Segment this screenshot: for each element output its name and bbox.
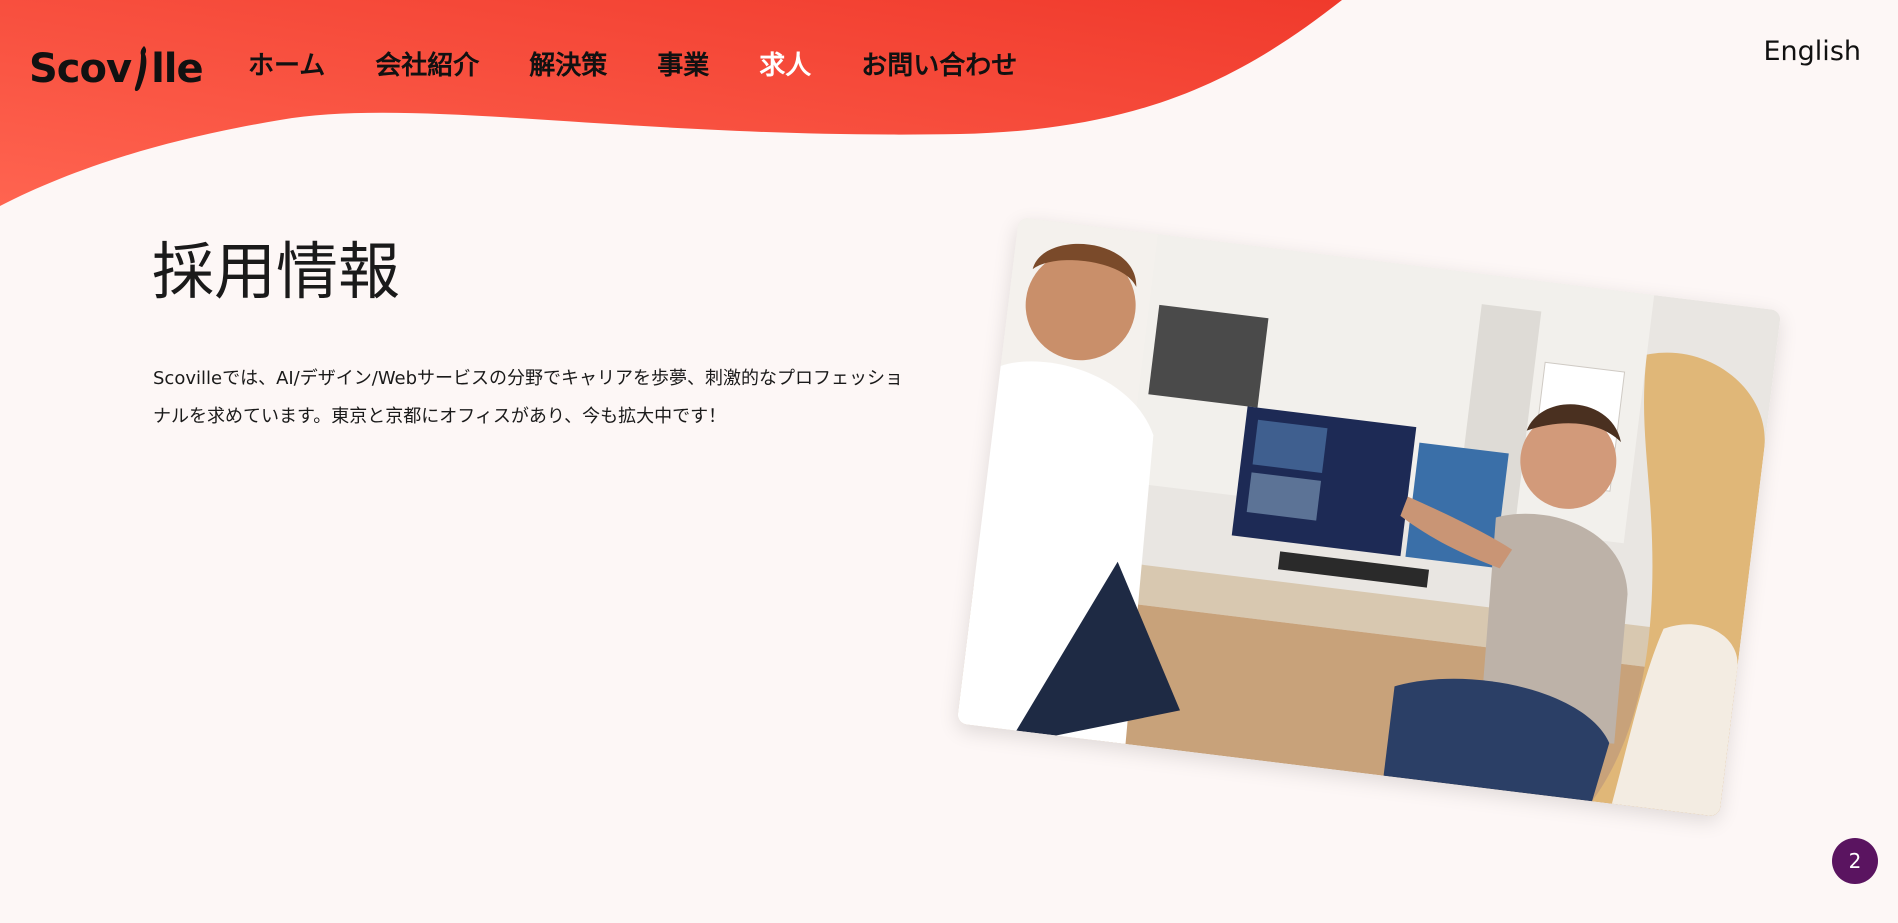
header-wave-background xyxy=(0,0,1342,206)
nav-item-contact[interactable]: お問い合わせ xyxy=(861,46,1017,86)
main-navigation: ホーム 会社紹介 解決策 事業 求人 お問い合わせ xyxy=(248,46,1067,86)
intro-paragraph: Scovilleでは、AI/デザイン/Webサービスの分野でキャリアを歩夢、刺激… xyxy=(153,368,904,427)
scoville-logo[interactable]: Scov lle xyxy=(29,44,204,94)
office-team-photo xyxy=(956,217,1782,817)
language-switch-link[interactable]: English xyxy=(1764,32,1862,72)
nav-item-solutions[interactable]: 解決策 xyxy=(529,46,607,86)
logo-text-right: lle xyxy=(151,46,204,92)
notification-count-badge[interactable]: 2 xyxy=(1832,838,1878,884)
page-title: 採用情報 xyxy=(152,235,401,308)
nav-item-home[interactable]: ホーム xyxy=(248,46,325,86)
logo-text-left: Scov xyxy=(29,46,132,92)
nav-item-careers[interactable]: 求人 xyxy=(759,46,811,86)
nav-item-business[interactable]: 事業 xyxy=(657,46,709,86)
chili-pepper-icon xyxy=(134,46,147,91)
nav-item-company[interactable]: 会社紹介 xyxy=(375,46,479,86)
